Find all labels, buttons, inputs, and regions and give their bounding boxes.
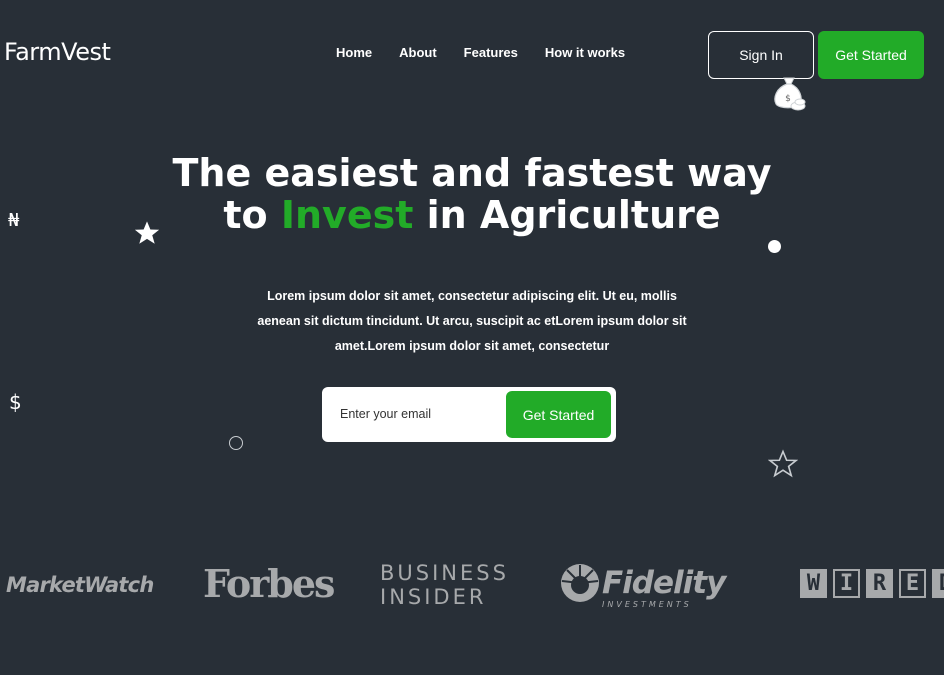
nav-about[interactable]: About bbox=[399, 45, 437, 60]
nav-how-it-works[interactable]: How it works bbox=[545, 45, 625, 60]
dollar-icon: $ bbox=[9, 390, 22, 414]
email-input[interactable] bbox=[332, 397, 502, 431]
main-nav: Home About Features How it works bbox=[336, 45, 652, 60]
hero-title-line1: The easiest and fastest way bbox=[172, 151, 772, 195]
get-started-submit-button[interactable]: Get Started bbox=[506, 391, 611, 438]
landing-page: FarmVest Home About Features How it work… bbox=[0, 0, 944, 675]
wired-letter: I bbox=[833, 569, 860, 598]
wired-letter: W bbox=[800, 569, 827, 598]
naira-icon: ₦ bbox=[8, 210, 20, 231]
forbes-logo: Forbes bbox=[203, 561, 335, 606]
business-insider-line1: BUSINESS bbox=[380, 561, 509, 585]
wired-logo: W I R E D bbox=[800, 569, 944, 598]
get-started-header-button[interactable]: Get Started bbox=[818, 31, 924, 79]
sign-in-button[interactable]: Sign In bbox=[708, 31, 814, 79]
money-bag-icon: $ bbox=[770, 76, 808, 117]
fidelity-wordmark: Fidelity bbox=[602, 565, 726, 601]
dot-icon bbox=[768, 240, 781, 253]
business-insider-logo: BUSINESS INSIDER bbox=[380, 561, 509, 609]
fidelity-emblem-icon bbox=[561, 564, 599, 602]
brand-logo[interactable]: FarmVest bbox=[4, 38, 111, 66]
hero-title-prefix: to bbox=[223, 193, 281, 237]
wired-letter: D bbox=[932, 569, 944, 598]
hero-title-suffix: in Agriculture bbox=[413, 193, 721, 237]
press-logos: MarketWatch Forbes BUSINESS INSIDER Fide… bbox=[0, 555, 944, 625]
hero-description: Lorem ipsum dolor sit amet, consectetur … bbox=[257, 289, 687, 353]
fidelity-subtitle: INVESTMENTS bbox=[602, 600, 692, 609]
star-icon bbox=[133, 219, 161, 252]
hero-title-accent: Invest bbox=[280, 193, 414, 237]
wired-letter: R bbox=[866, 569, 893, 598]
fidelity-logo: Fidelity INVESTMENTS bbox=[560, 561, 726, 611]
nav-features[interactable]: Features bbox=[464, 45, 518, 60]
business-insider-line2: INSIDER bbox=[380, 585, 487, 609]
star-outline-icon bbox=[767, 449, 799, 484]
nav-home[interactable]: Home bbox=[336, 45, 372, 60]
email-signup-form: Get Started bbox=[322, 387, 616, 442]
circle-outline-icon bbox=[229, 436, 243, 450]
svg-text:$: $ bbox=[785, 94, 791, 104]
marketwatch-logo: MarketWatch bbox=[6, 573, 154, 597]
wired-letter: E bbox=[899, 569, 926, 598]
